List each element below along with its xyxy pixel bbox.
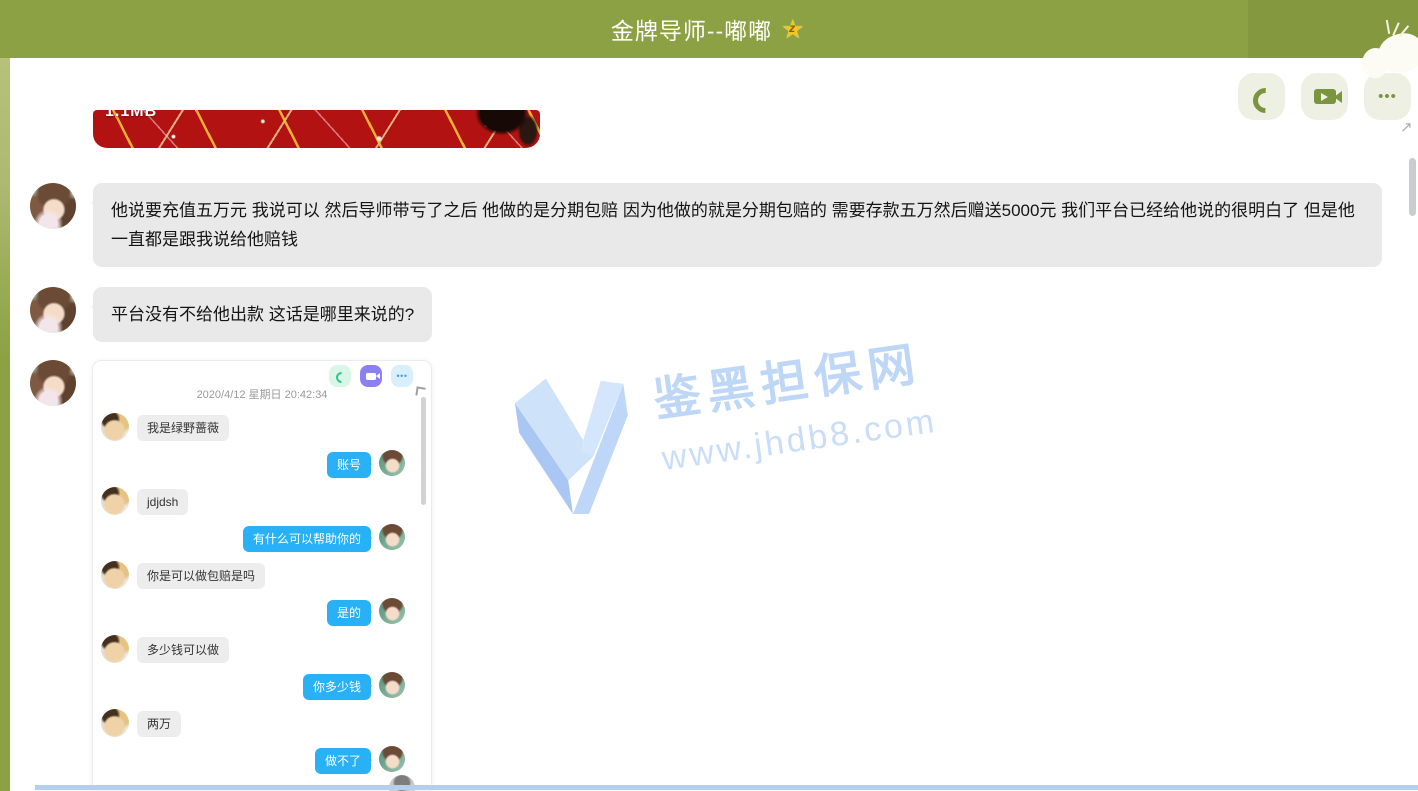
collapse-chevron-icon (415, 385, 425, 393)
screenshot-toolbar: ••• (329, 365, 413, 387)
message-bubble: 平台没有不给他出款 这话是哪里来说的? (93, 287, 432, 342)
avatar (101, 635, 129, 663)
mini-bubble: 是的 (327, 600, 371, 626)
list-item: 多少钱可以做 (101, 635, 423, 663)
mini-bubble: 做不了 (315, 748, 371, 774)
background-photo-strip (0, 58, 10, 791)
list-item: 两万 (101, 709, 423, 737)
list-item: 做不了 (101, 746, 423, 774)
screenshot-scrollbar (421, 397, 426, 505)
phone-icon (1251, 86, 1273, 108)
mini-bubble: 两万 (137, 711, 181, 737)
avatar (101, 709, 129, 737)
list-item: jdjdsh (101, 487, 423, 515)
video-camera-icon (1314, 89, 1336, 104)
list-item: 你多少钱 (101, 672, 423, 700)
avatar (379, 450, 405, 476)
mini-bubble: 有什么可以帮助你的 (243, 526, 371, 552)
list-item: 账号 (101, 450, 423, 478)
avatar[interactable] (30, 287, 76, 333)
mini-bubble: 我是绿野蔷薇 (137, 415, 229, 441)
avatar (379, 746, 405, 772)
image-size-label: 1.1MB (105, 110, 157, 121)
chat-scrollbar[interactable] (1409, 158, 1416, 216)
ellipsis-icon: ••• (391, 365, 413, 387)
bottom-edge-bar (35, 785, 1418, 790)
avatar (379, 524, 405, 550)
screenshot-date: 2020/4/12 星期日 20:42:34 (93, 386, 431, 402)
chat-title: 金牌导师--嘟嘟 (611, 12, 772, 46)
message-row: 平台没有不给他出款 这话是哪里来说的? (30, 287, 432, 342)
avatar[interactable] (30, 360, 76, 406)
mini-bubble: 你是可以做包赔是吗 (137, 563, 265, 589)
voice-call-button[interactable] (1238, 73, 1285, 120)
site-watermark: 鉴黑担保网 www.jhdb8.com (508, 296, 1142, 526)
chat-window: ••• ↗ 1.1MB 他说要充值五万元 我说可以 然后导师带亏了之后 他做的是… (10, 58, 1418, 791)
avatar (101, 487, 129, 515)
chat-title-bar: 金牌导师--嘟嘟 ★ z (0, 0, 1418, 58)
avatar (379, 672, 405, 698)
watermark-logo-icon (508, 365, 645, 525)
resize-arrow-icon[interactable]: ↗ (1400, 118, 1413, 136)
list-item: 是的 (101, 598, 423, 626)
mini-bubble: 你多少钱 (303, 674, 371, 700)
message-row: 他说要充值五万元 我说可以 然后导师带亏了之后 他做的是分期包赔 因为他做的就是… (30, 183, 1382, 267)
avatar (101, 413, 129, 441)
watermark-title: 鉴黑担保网 (649, 324, 933, 431)
star-level-badge: ★ z (781, 16, 807, 42)
list-item: 你是可以做包赔是吗 (101, 561, 423, 589)
mini-bubble: jdjdsh (137, 489, 188, 515)
video-call-button[interactable] (1301, 73, 1348, 120)
mini-bubble: 账号 (327, 452, 371, 478)
watermark-url: www.jhdb8.com (660, 402, 940, 479)
mini-bubble: 多少钱可以做 (137, 637, 229, 663)
message-bubble: 他说要充值五万元 我说可以 然后导师带亏了之后 他做的是分期包赔 因为他做的就是… (93, 183, 1382, 267)
image-person-silhouette (440, 110, 540, 148)
more-options-button[interactable]: ••• (1364, 73, 1411, 120)
video-camera-icon (360, 365, 382, 387)
message-row: ••• 2020/4/12 星期日 20:42:34 我是绿野蔷薇 账号 jdj… (30, 360, 432, 790)
screenshot-image-message[interactable]: ••• 2020/4/12 星期日 20:42:34 我是绿野蔷薇 账号 jdj… (92, 360, 432, 790)
avatar (101, 561, 129, 589)
screenshot-chat-body: 我是绿野蔷薇 账号 jdjdsh 有什么可以帮助你的 你是可以做包赔是吗 (93, 402, 431, 774)
ellipsis-icon: ••• (1378, 92, 1397, 102)
avatar (379, 598, 405, 624)
phone-icon (329, 365, 351, 387)
image-message-clipped[interactable]: 1.1MB (93, 110, 540, 148)
avatar[interactable] (30, 183, 76, 229)
list-item: 我是绿野蔷薇 (101, 413, 423, 441)
chat-header: 金牌导师--嘟嘟 ★ z (0, 0, 1418, 58)
list-item: 有什么可以帮助你的 (101, 524, 423, 552)
